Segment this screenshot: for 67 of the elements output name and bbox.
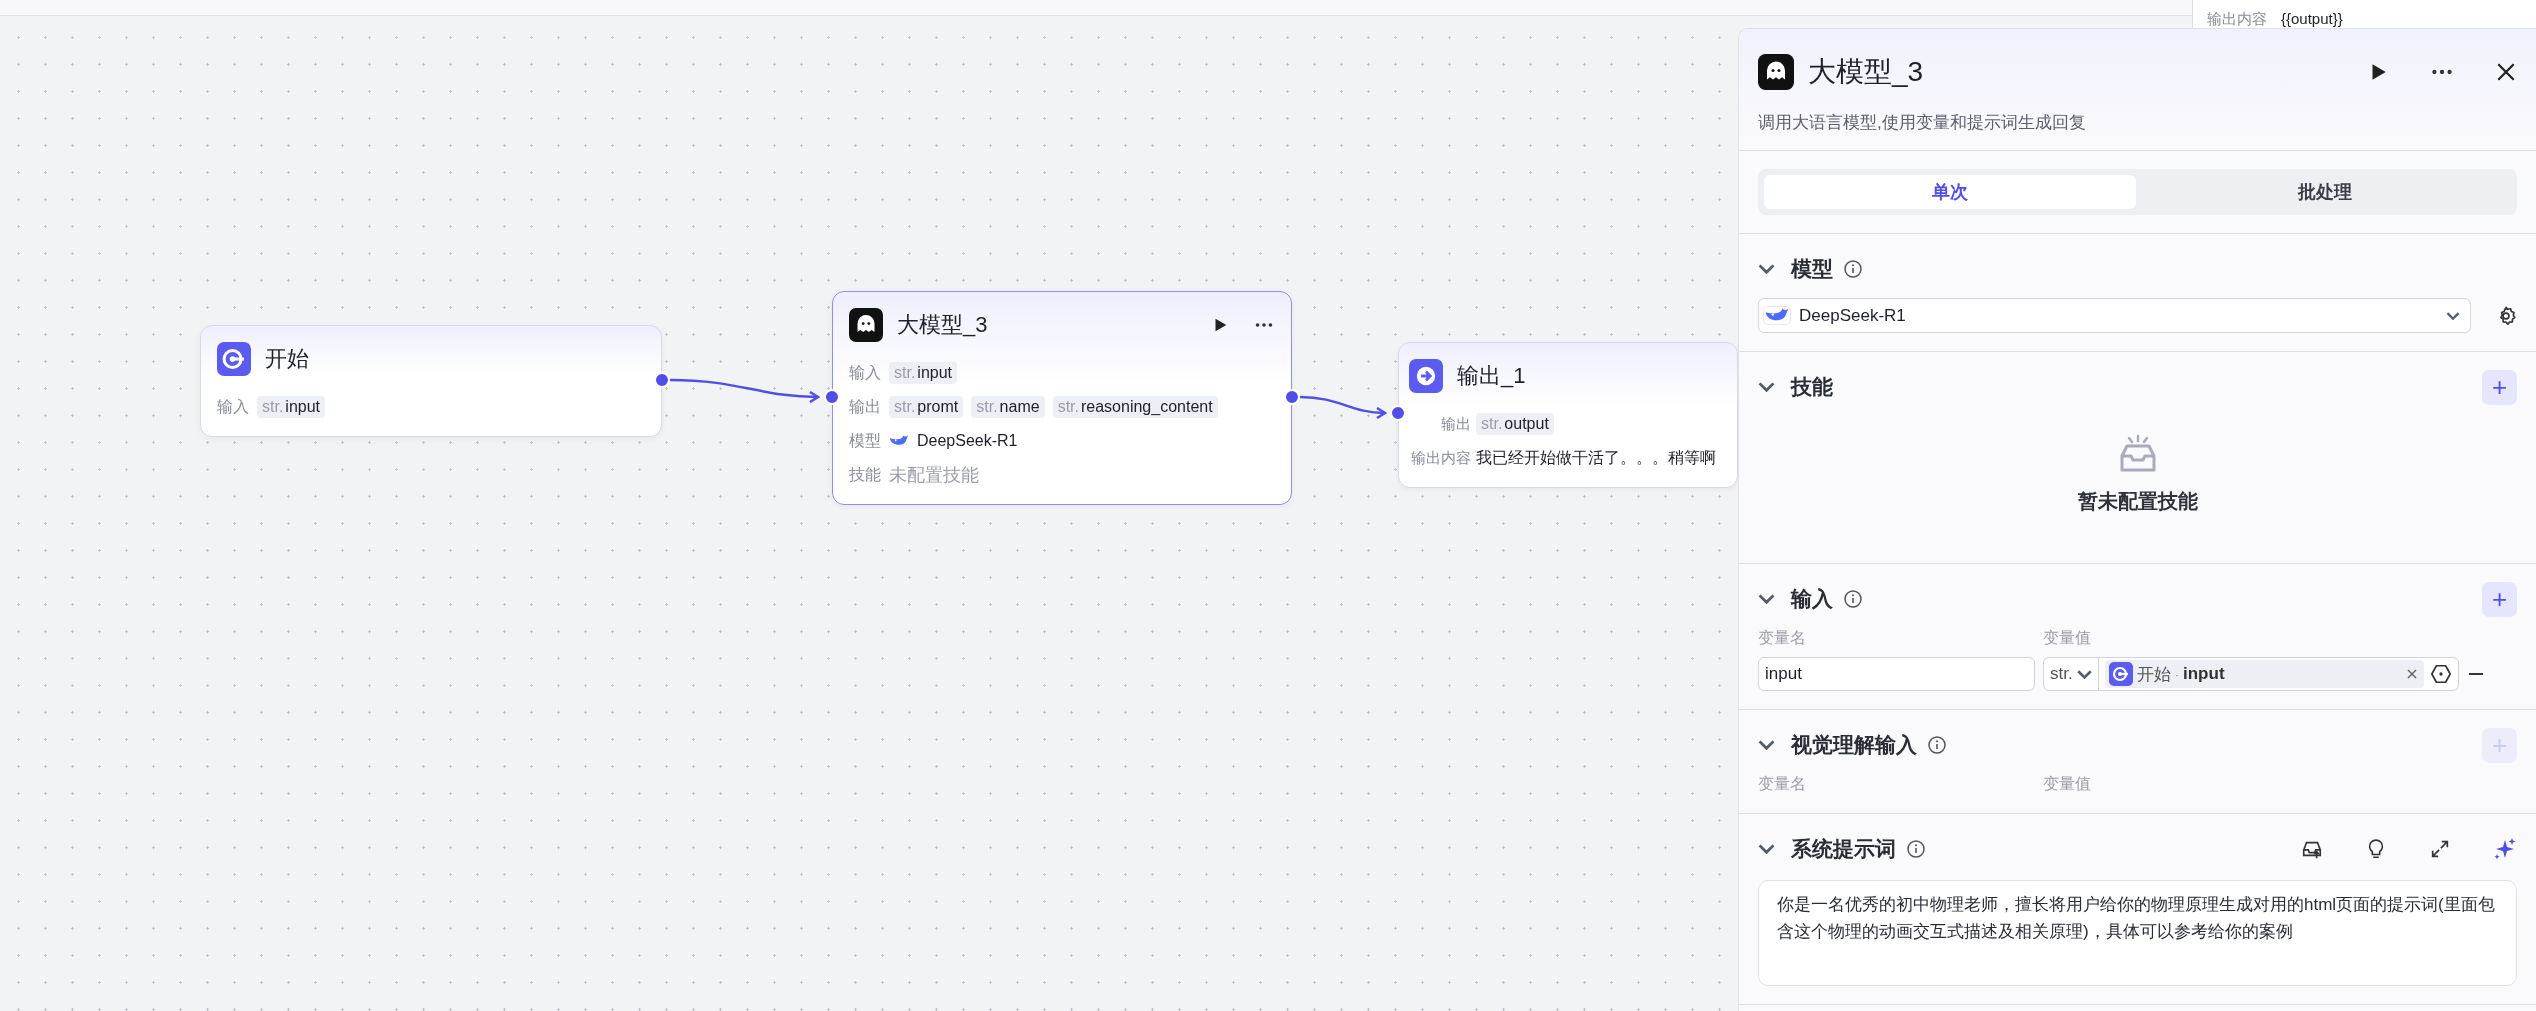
dropdown-chevron-icon: [2076, 669, 2092, 679]
clear-icon[interactable]: [2406, 668, 2418, 680]
whale-icon: [889, 435, 909, 447]
row-value: {{output}}: [2281, 10, 2343, 28]
dropdown-chevron-icon: [2446, 311, 2460, 320]
type-label: str.: [2050, 664, 2073, 684]
tab[interactable]: 批处理: [2139, 175, 2511, 209]
variable-tag: str.input: [889, 362, 958, 384]
collapse-chevron-icon: [1758, 594, 1775, 604]
row-label: 模型: [849, 430, 881, 451]
row-label: 输出内容: [1410, 448, 1471, 468]
section-title: 系统提示词: [1791, 836, 1896, 862]
whale-icon: [1765, 308, 1789, 323]
expand-icon[interactable]: [2429, 838, 2451, 860]
row-label: 输出: [849, 396, 881, 417]
close-icon[interactable]: [2495, 61, 2517, 83]
panel-title: 大模型_3: [1808, 55, 1924, 89]
row-value: 我已经开始做干活了。。。稍等啊: [1476, 447, 1716, 468]
collapse-chevron-icon: [1758, 264, 1775, 274]
tab[interactable]: 单次: [1764, 175, 2136, 209]
node-card[interactable]: 大模型_3 输入 str.input 输出 str.promt str.name str.reasoning_content 模型 DeepSeek-R1 技能 未配置技能: [832, 291, 1292, 505]
port-dot[interactable]: [654, 372, 670, 388]
variable-tag: str.promt: [889, 396, 964, 418]
panel-description: 调用大语言模型,使用变量和提示词生成回复: [1758, 112, 2087, 134]
variable-tag: str.reasoning_content: [1052, 396, 1218, 418]
hexagon-icon[interactable]: [2430, 663, 2452, 685]
collapse-chevron-icon: [1758, 844, 1775, 854]
section-title: 视觉理解输入: [1791, 732, 1917, 758]
node-card[interactable]: 输出_1 输出 str.output 输出内容 我已经开始做干活了。。。稍等啊: [1398, 342, 1738, 488]
node-title: 开始: [265, 345, 309, 373]
row-label: 输出: [1440, 414, 1471, 434]
row-label: 输入: [849, 362, 881, 383]
node-title: 大模型_3: [897, 311, 988, 339]
variable-tag: str.name: [971, 396, 1045, 418]
section-title: 输入: [1791, 586, 1833, 612]
variable-value-field[interactable]: str. 开始 · input: [2043, 657, 2459, 691]
sparkle-icon[interactable]: [2493, 837, 2517, 861]
node-card[interactable]: 开始 输入 str.input: [200, 325, 662, 437]
section-title: 模型: [1791, 256, 1833, 282]
ghost-icon: [849, 308, 883, 342]
port-dot[interactable]: [1284, 389, 1300, 405]
port-dot[interactable]: [1390, 405, 1406, 421]
column-header: 变量值: [2043, 774, 2092, 794]
empty-state-text: 暂未配置技能: [2077, 489, 2198, 514]
row-value: 未配置技能: [889, 464, 979, 487]
column-header: 变量名: [1758, 628, 1807, 648]
column-header: 变量值: [2043, 628, 2092, 648]
prompt-text: 你是一名优秀的初中物理老师，擅长将用户给你的物理原理生成对用的html页面的提示词(里面包含这个物理的动画交互式描述及相关原理)，具体可以参考给你的案例: [1777, 894, 2496, 943]
ghost-icon: [1758, 54, 1794, 90]
variable-tag: str.input: [257, 396, 326, 418]
column-header: 变量名: [1758, 774, 1807, 794]
row-label: 输出内容: [2207, 10, 2267, 28]
collapse-chevron-icon: [1758, 382, 1775, 392]
prompt-textarea[interactable]: 你是一名优秀的初中物理老师，擅长将用户给你的物理原理生成对用的html页面的提示词(里面包含这个物理的动画交互式描述及相关原理)，具体可以参考给你的案例: [1758, 880, 2517, 986]
add-button[interactable]: +: [2482, 581, 2517, 617]
variable-tag: str.output: [1476, 413, 1554, 435]
add-button[interactable]: +: [2482, 369, 2517, 405]
row-label: 技能: [849, 464, 881, 485]
section-title: 技能: [1791, 374, 1833, 400]
node-title: 输出_1: [1457, 362, 1526, 390]
model-name: DeepSeek-R1: [917, 432, 1018, 450]
port-dot[interactable]: [824, 389, 840, 405]
row-label: 输入: [217, 396, 249, 417]
variable-reference: 开始 · input: [2104, 660, 2424, 688]
model-select[interactable]: DeepSeek-R1: [1758, 298, 2471, 333]
collapse-chevron-icon: [1758, 740, 1775, 750]
input-field[interactable]: input: [1758, 657, 2035, 691]
